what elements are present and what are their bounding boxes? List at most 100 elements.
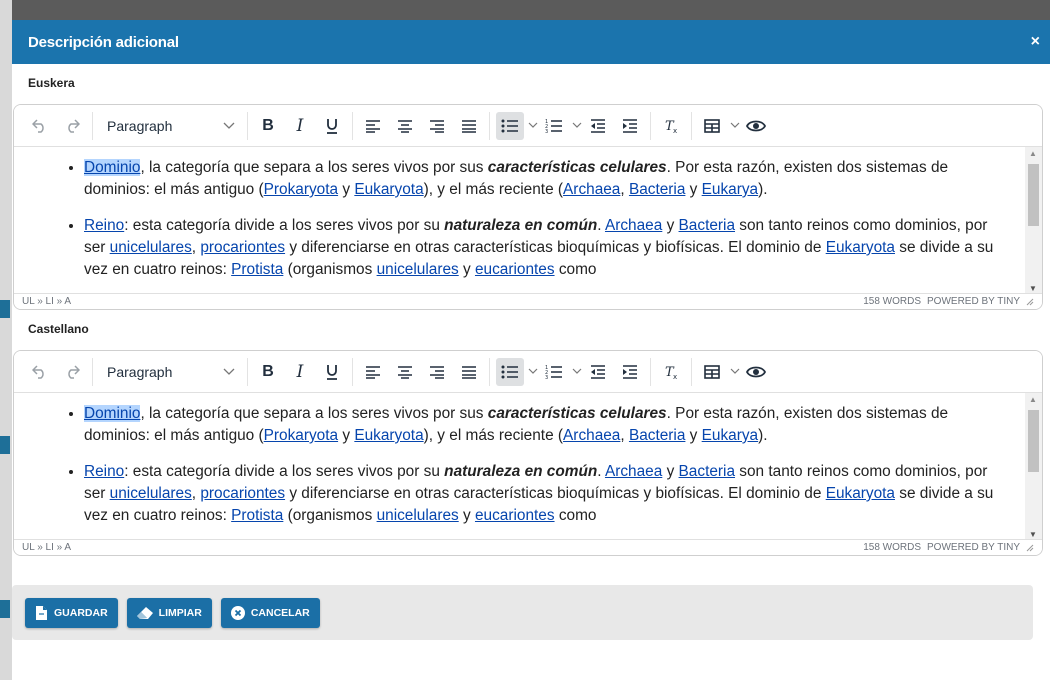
- list-item: Reino: esta categoría divide a los seres…: [84, 215, 1002, 281]
- align-justify-icon[interactable]: [455, 358, 483, 386]
- indent-icon[interactable]: [616, 358, 644, 386]
- editor-content-area[interactable]: Dominio, la categoría que separa a los s…: [14, 147, 1042, 295]
- align-center-icon[interactable]: [391, 112, 419, 140]
- text-run: .: [597, 217, 605, 234]
- vertical-scrollbar[interactable]: ▲ ▼: [1025, 147, 1042, 295]
- text-run: y: [458, 261, 475, 278]
- chevron-down-icon[interactable]: [730, 366, 740, 378]
- redo-icon[interactable]: [58, 112, 86, 140]
- link-bacteria[interactable]: Bacteria: [629, 427, 685, 444]
- link-eukaryota[interactable]: Eukaryota: [354, 181, 423, 198]
- language-label: Euskera: [28, 76, 75, 90]
- align-right-icon[interactable]: [423, 358, 451, 386]
- text-run: , la categoría que separa a los seres vi…: [140, 159, 488, 176]
- underline-icon[interactable]: [318, 112, 346, 140]
- outdent-icon[interactable]: [584, 112, 612, 140]
- scroll-down-icon[interactable]: ▼: [1029, 530, 1037, 539]
- link-eukaryota[interactable]: Eukaryota: [826, 239, 895, 256]
- preview-eye-icon[interactable]: [742, 112, 770, 140]
- italic-icon[interactable]: I: [286, 358, 314, 386]
- link-reino[interactable]: Reino: [84, 217, 124, 234]
- link-eucariontes[interactable]: eucariontes: [475, 261, 555, 278]
- align-right-icon[interactable]: [423, 112, 451, 140]
- link-unicelulares[interactable]: unicelulares: [110, 485, 192, 502]
- numbered-list-icon[interactable]: 123: [540, 358, 568, 386]
- table-icon[interactable]: [698, 358, 726, 386]
- word-count[interactable]: 158 WORDS: [863, 296, 921, 307]
- link-bacteria[interactable]: Bacteria: [629, 181, 685, 198]
- link-eukarya[interactable]: Eukarya: [702, 181, 758, 198]
- powered-by-link[interactable]: POWERED BY TINY: [927, 542, 1020, 553]
- italic-icon[interactable]: I: [286, 112, 314, 140]
- link-unicelulares[interactable]: unicelulares: [377, 261, 459, 278]
- redo-icon[interactable]: [58, 358, 86, 386]
- link-archaea[interactable]: Archaea: [563, 427, 620, 444]
- link-archaea[interactable]: Archaea: [605, 463, 662, 480]
- element-path[interactable]: UL » LI » A: [22, 296, 71, 307]
- scroll-up-icon[interactable]: ▲: [1029, 149, 1037, 158]
- vertical-scrollbar[interactable]: ▲ ▼: [1025, 393, 1042, 541]
- bullet-list-icon[interactable]: [496, 111, 524, 140]
- chevron-down-icon[interactable]: [572, 120, 582, 132]
- underline-icon[interactable]: [318, 358, 346, 386]
- block-format-select[interactable]: Paragraph: [97, 112, 243, 140]
- link-eukarya[interactable]: Eukarya: [702, 427, 758, 444]
- scrollbar-thumb[interactable]: [1028, 410, 1039, 472]
- link-procariontes[interactable]: procariontes: [200, 239, 285, 256]
- element-path[interactable]: UL » LI » A: [22, 542, 71, 553]
- chevron-down-icon[interactable]: [528, 366, 538, 378]
- bold-icon[interactable]: B: [254, 358, 282, 386]
- link-eucariontes[interactable]: eucariontes: [475, 507, 555, 524]
- numbered-list-icon[interactable]: 123: [540, 112, 568, 140]
- chevron-down-icon[interactable]: [528, 120, 538, 132]
- link-dominio[interactable]: Dominio: [84, 159, 141, 176]
- text-run: ), y el más reciente (: [423, 181, 564, 198]
- link-bacteria[interactable]: Bacteria: [679, 463, 735, 480]
- link-prokaryota[interactable]: Prokaryota: [264, 181, 338, 198]
- link-protista[interactable]: Protista: [231, 507, 283, 524]
- block-format-select[interactable]: Paragraph: [97, 358, 243, 386]
- link-bacteria[interactable]: Bacteria: [679, 217, 735, 234]
- align-center-icon[interactable]: [391, 358, 419, 386]
- chevron-down-icon: [223, 368, 235, 375]
- undo-icon[interactable]: [26, 112, 54, 140]
- link-procariontes[interactable]: procariontes: [200, 485, 285, 502]
- editor-content-area[interactable]: Dominio, la categoría que separa a los s…: [14, 393, 1042, 541]
- link-archaea[interactable]: Archaea: [563, 181, 620, 198]
- link-unicelulares[interactable]: unicelulares: [377, 507, 459, 524]
- undo-icon[interactable]: [26, 358, 54, 386]
- bold-icon[interactable]: B: [254, 112, 282, 140]
- link-dominio[interactable]: Dominio: [84, 405, 141, 422]
- scroll-down-icon[interactable]: ▼: [1029, 284, 1037, 293]
- link-prokaryota[interactable]: Prokaryota: [264, 427, 338, 444]
- link-archaea[interactable]: Archaea: [605, 217, 662, 234]
- table-icon[interactable]: [698, 112, 726, 140]
- link-reino[interactable]: Reino: [84, 463, 124, 480]
- word-count[interactable]: 158 WORDS: [863, 542, 921, 553]
- save-button[interactable]: GUARDAR: [25, 597, 118, 628]
- powered-by-link[interactable]: POWERED BY TINY: [927, 296, 1020, 307]
- scrollbar-thumb[interactable]: [1028, 164, 1039, 226]
- link-unicelulares[interactable]: unicelulares: [110, 239, 192, 256]
- svg-text:3: 3: [545, 375, 548, 379]
- scroll-up-icon[interactable]: ▲: [1029, 395, 1037, 404]
- remove-format-icon[interactable]: Tx: [657, 112, 685, 140]
- close-icon[interactable]: ×: [1031, 33, 1040, 51]
- bullet-list-icon[interactable]: [496, 357, 524, 386]
- field-label: Euskera: [12, 64, 1050, 104]
- clear-button[interactable]: LIMPIAR: [126, 597, 212, 628]
- align-left-icon[interactable]: [359, 112, 387, 140]
- align-left-icon[interactable]: [359, 358, 387, 386]
- chevron-down-icon[interactable]: [572, 366, 582, 378]
- link-eukaryota[interactable]: Eukaryota: [826, 485, 895, 502]
- indent-icon[interactable]: [616, 112, 644, 140]
- link-protista[interactable]: Protista: [231, 261, 283, 278]
- chevron-down-icon[interactable]: [730, 120, 740, 132]
- preview-eye-icon[interactable]: [742, 358, 770, 386]
- link-eukaryota[interactable]: Eukaryota: [354, 427, 423, 444]
- align-justify-icon[interactable]: [455, 112, 483, 140]
- remove-format-icon[interactable]: Tx: [657, 358, 685, 386]
- style-group: B I: [248, 111, 353, 140]
- outdent-icon[interactable]: [584, 358, 612, 386]
- cancel-button[interactable]: CANCELAR: [220, 597, 320, 628]
